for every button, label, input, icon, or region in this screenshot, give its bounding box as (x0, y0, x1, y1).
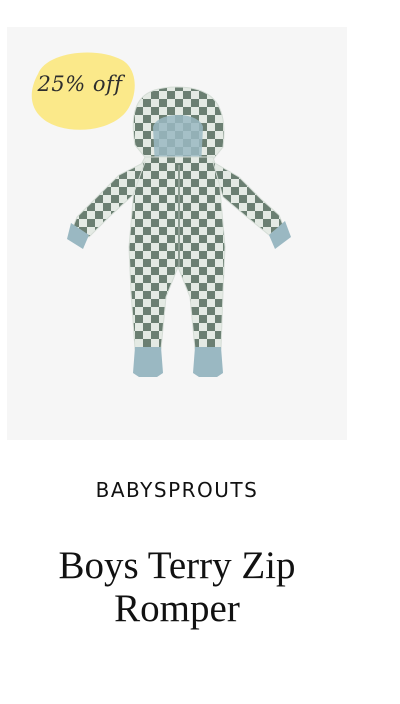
product-image[interactable]: 25% off (7, 27, 347, 440)
discount-badge-text: 25% off (37, 72, 123, 96)
discount-badge: 25% off (26, 44, 138, 134)
product-brand[interactable]: BABYSPROUTS (0, 478, 354, 502)
product-card[interactable]: 25% off BABYSPROUTS Boys Terry Zip Rompe… (0, 0, 400, 704)
product-title[interactable]: Boys Terry Zip Romper (20, 544, 334, 630)
